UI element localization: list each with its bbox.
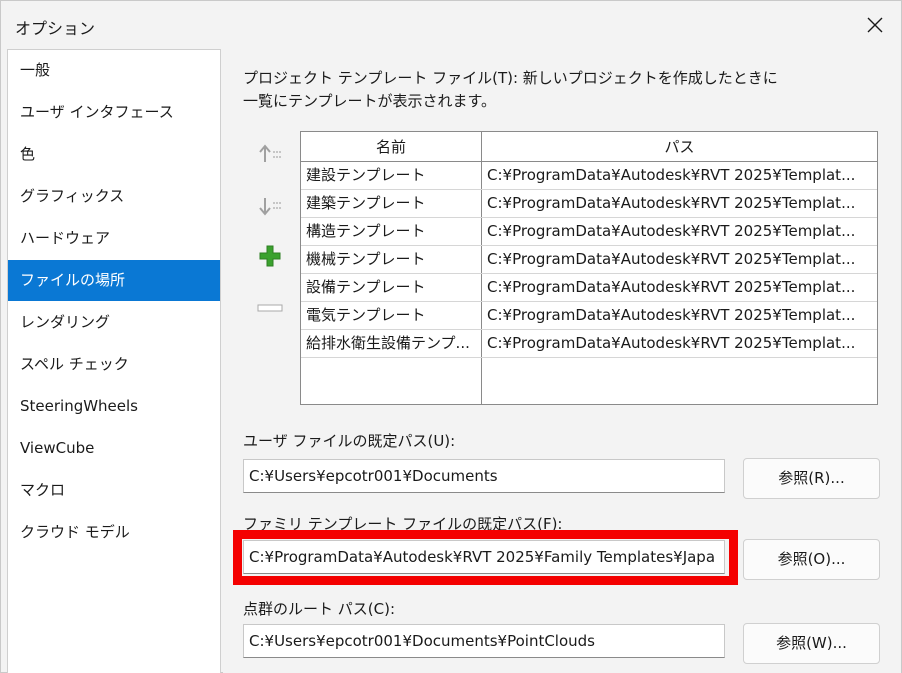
template-name-cell: 建築テンプレート — [306, 194, 426, 212]
sidebar-item-label: ViewCube — [20, 439, 95, 457]
sidebar-item-graphics[interactable]: グラフィックス — [8, 176, 220, 217]
table-row[interactable]: 構造テンプレート C:¥ProgramData¥Autodesk¥RVT 202… — [301, 218, 877, 246]
sidebar-item-general[interactable]: 一般 — [8, 50, 220, 91]
table-row[interactable]: 機械テンプレート C:¥ProgramData¥Autodesk¥RVT 202… — [301, 246, 877, 274]
template-name-cell: 給排水衛生設備テンプ... — [306, 334, 470, 352]
add-template-button[interactable] — [253, 243, 287, 269]
template-name-cell: 電気テンプレート — [306, 306, 426, 324]
sidebar-item-label: グラフィックス — [20, 187, 125, 205]
sidebar-item-label: ハードウェア — [20, 229, 111, 247]
move-up-icon — [259, 144, 281, 162]
title-bar: オプション — [1, 1, 901, 49]
sidebar-item-hardware[interactable]: ハードウェア — [8, 218, 220, 259]
templates-description-line: 一覧にテンプレートが表示されます。 — [243, 92, 497, 110]
template-path-cell: C:¥ProgramData¥Autodesk¥RVT 2025¥Templat… — [487, 222, 856, 240]
template-name-cell: 機械テンプレート — [306, 250, 426, 268]
browse-user-files-button[interactable]: 参照(R)... — [743, 458, 880, 499]
sidebar-item-cloud-model[interactable]: クラウド モデル — [8, 512, 220, 553]
category-sidebar: 一般 ユーザ インタフェース 色 グラフィックス ハードウェア ファイルの場所 … — [7, 49, 221, 673]
browse-family-templates-button[interactable]: 参照(O)... — [743, 539, 880, 580]
table-row[interactable]: 建設テンプレート C:¥ProgramData¥Autodesk¥RVT 202… — [301, 162, 877, 190]
sidebar-item-macros[interactable]: マクロ — [8, 470, 220, 511]
sidebar-item-label: スペル チェック — [20, 355, 129, 373]
window-title: オプション — [15, 19, 96, 38]
sidebar-item-label: クラウド モデル — [20, 523, 130, 541]
sidebar-item-label: マクロ — [20, 481, 66, 499]
template-path-cell: C:¥ProgramData¥Autodesk¥RVT 2025¥Templat… — [487, 166, 856, 184]
sidebar-item-label: 色 — [20, 145, 36, 163]
templates-description: プロジェクト テンプレート ファイル(T): 新しいプロジェクトを作成したときに… — [243, 67, 778, 113]
template-path-cell: C:¥ProgramData¥Autodesk¥RVT 2025¥Templat… — [487, 334, 856, 352]
file-locations-panel: プロジェクト テンプレート ファイル(T): 新しいプロジェクトを作成したときに… — [223, 49, 901, 673]
template-table[interactable]: 名前 パス 建設テンプレート C:¥ProgramData¥Autodesk¥R… — [300, 131, 878, 405]
sidebar-item-label: 一般 — [20, 61, 51, 79]
template-path-cell: C:¥ProgramData¥Autodesk¥RVT 2025¥Templat… — [487, 194, 856, 212]
move-up-button[interactable] — [253, 141, 287, 167]
sidebar-item-label: ユーザ インタフェース — [20, 103, 174, 121]
minus-icon — [257, 304, 283, 312]
table-row[interactable]: 建築テンプレート C:¥ProgramData¥Autodesk¥RVT 202… — [301, 190, 877, 218]
template-name-cell: 建設テンプレート — [306, 166, 426, 184]
table-row[interactable]: 給排水衛生設備テンプ... C:¥ProgramData¥Autodesk¥RV… — [301, 330, 877, 358]
table-row[interactable]: 設備テンプレート C:¥ProgramData¥Autodesk¥RVT 202… — [301, 274, 877, 302]
template-name-cell: 構造テンプレート — [306, 222, 426, 240]
template-name-cell: 設備テンプレート — [306, 278, 426, 296]
sidebar-item-label: SteeringWheels — [20, 397, 139, 415]
column-header-name[interactable]: 名前 — [301, 132, 481, 162]
sidebar-item-label: レンダリング — [20, 313, 111, 331]
sidebar-item-spell-check[interactable]: スペル チェック — [8, 344, 220, 385]
template-path-cell: C:¥ProgramData¥Autodesk¥RVT 2025¥Templat… — [487, 278, 856, 296]
user-files-path-input[interactable]: C:¥Users¥epcotr001¥Documents — [243, 459, 725, 493]
plus-icon — [259, 245, 281, 267]
close-icon — [867, 17, 883, 33]
table-row-empty[interactable] — [301, 358, 877, 404]
sidebar-item-user-interface[interactable]: ユーザ インタフェース — [8, 92, 220, 133]
user-files-label: ユーザ ファイルの既定パス(U): — [243, 432, 456, 450]
point-cloud-path-input[interactable]: C:¥Users¥epcotr001¥Documents¥PointClouds — [243, 624, 725, 658]
sidebar-item-rendering[interactable]: レンダリング — [8, 302, 220, 343]
point-cloud-label: 点群のルート パス(C): — [243, 600, 396, 618]
column-header-path[interactable]: パス — [482, 132, 877, 162]
sidebar-item-file-locations[interactable]: ファイルの場所 — [8, 260, 220, 301]
close-button[interactable] — [859, 9, 891, 41]
highlight-box — [233, 530, 738, 585]
table-row[interactable]: 電気テンプレート C:¥ProgramData¥Autodesk¥RVT 202… — [301, 302, 877, 330]
sidebar-item-label: ファイルの場所 — [20, 271, 126, 289]
remove-template-button[interactable] — [253, 295, 287, 321]
move-down-button[interactable] — [253, 193, 287, 219]
template-path-cell: C:¥ProgramData¥Autodesk¥RVT 2025¥Templat… — [487, 250, 856, 268]
sidebar-item-steeringwheels[interactable]: SteeringWheels — [8, 386, 220, 427]
options-dialog: オプション 一般 ユーザ インタフェース 色 グラフィックス ハードウェア ファ… — [0, 0, 902, 673]
sidebar-item-viewcube[interactable]: ViewCube — [8, 428, 220, 469]
templates-description-line: プロジェクト テンプレート ファイル(T): 新しいプロジェクトを作成したときに — [243, 69, 778, 87]
sidebar-item-colors[interactable]: 色 — [8, 134, 220, 175]
template-path-cell: C:¥ProgramData¥Autodesk¥RVT 2025¥Templat… — [487, 306, 856, 324]
move-down-icon — [259, 198, 281, 216]
browse-point-cloud-button[interactable]: 参照(W)... — [743, 623, 880, 664]
template-list-tools — [253, 137, 289, 337]
table-header: 名前 パス — [301, 132, 877, 162]
